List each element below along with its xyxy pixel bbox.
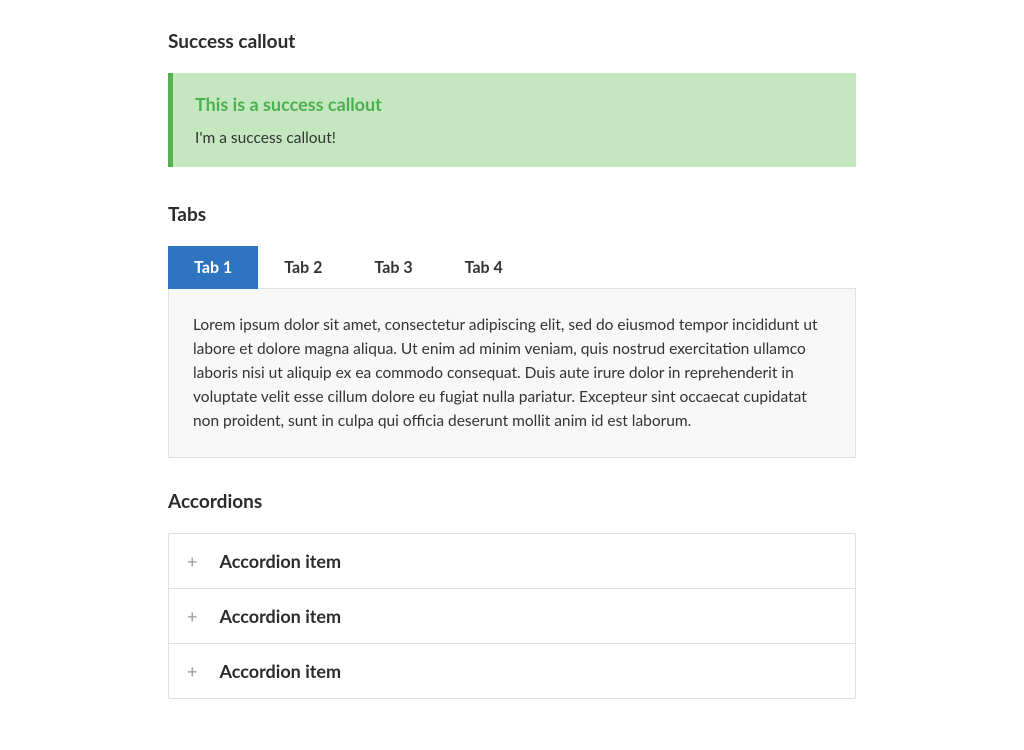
tab-4[interactable]: Tab 4 [439, 246, 529, 289]
accordion-label: Accordion item [219, 660, 341, 682]
tab-list: Tab 1 Tab 2 Tab 3 Tab 4 [168, 246, 856, 289]
callout-title: This is a success callout [195, 93, 834, 115]
tabs-heading: Tabs [168, 203, 856, 226]
success-callout-heading: Success callout [168, 30, 856, 53]
plus-icon: + [187, 607, 197, 625]
accordion-item-1[interactable]: + Accordion item [169, 534, 855, 589]
accordion-item-2[interactable]: + Accordion item [169, 589, 855, 644]
callout-body: I'm a success callout! [195, 129, 834, 147]
accordions-heading: Accordions [168, 490, 856, 513]
accordion-list: + Accordion item + Accordion item + Acco… [168, 533, 856, 699]
tab-2[interactable]: Tab 2 [258, 246, 348, 289]
tab-3[interactable]: Tab 3 [348, 246, 438, 289]
tab-1[interactable]: Tab 1 [168, 246, 258, 289]
success-callout: This is a success callout I'm a success … [168, 73, 856, 167]
accordion-label: Accordion item [219, 550, 341, 572]
plus-icon: + [187, 662, 197, 680]
tab-panel-text: Lorem ipsum dolor sit amet, consectetur … [193, 313, 831, 433]
tab-panel: Lorem ipsum dolor sit amet, consectetur … [168, 288, 856, 458]
plus-icon: + [187, 552, 197, 570]
accordion-item-3[interactable]: + Accordion item [169, 644, 855, 698]
tabs-container: Tab 1 Tab 2 Tab 3 Tab 4 Lorem ipsum dolo… [168, 246, 856, 458]
accordion-label: Accordion item [219, 605, 341, 627]
